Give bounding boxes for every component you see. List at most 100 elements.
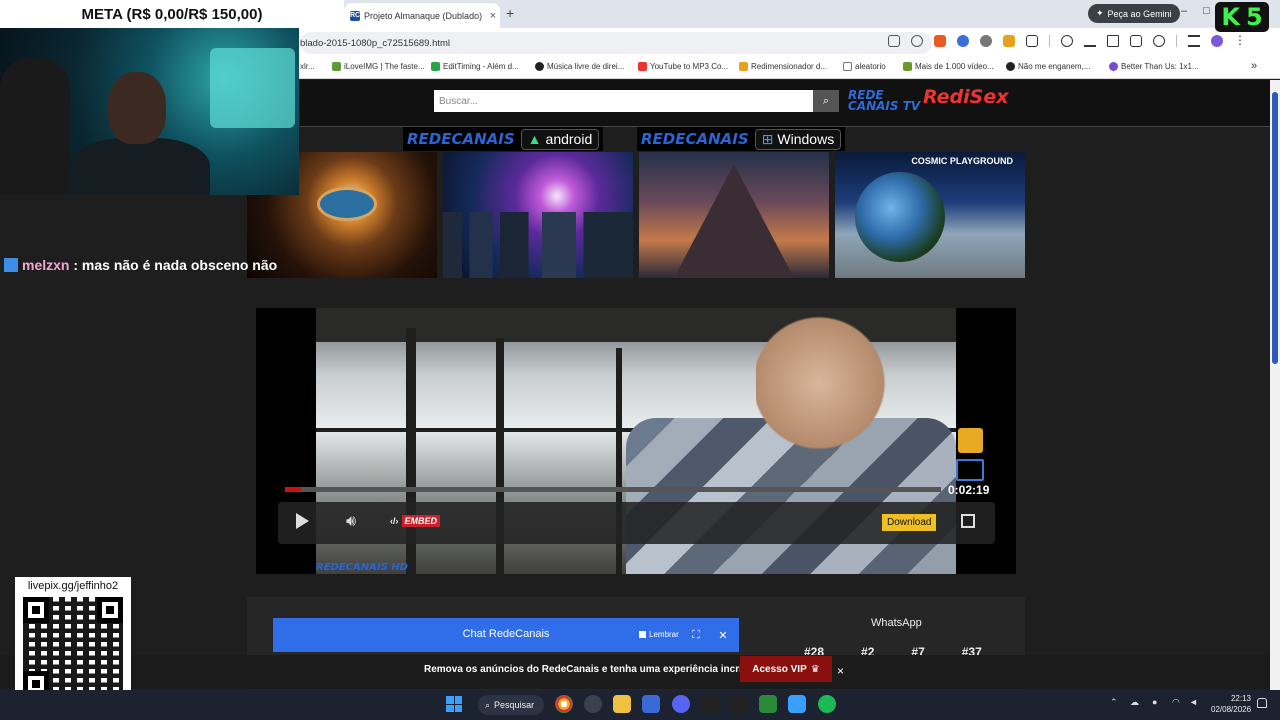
extension-gray-icon[interactable] <box>980 35 992 47</box>
embed-button[interactable]: ‹/› EMBED <box>390 515 441 527</box>
chrome-icon[interactable] <box>555 695 573 713</box>
bookmark-item[interactable]: Música livre de direi... <box>535 62 624 71</box>
bookmark-label: Não me enganem,... <box>1018 62 1091 71</box>
translate-icon[interactable] <box>1130 35 1142 47</box>
cloud-icon[interactable]: ☁ <box>1130 697 1139 708</box>
system-clock[interactable]: 22:13 02/08/2026 <box>1211 693 1251 715</box>
mic-icon[interactable]: ● <box>1152 697 1157 707</box>
meter-app-icon[interactable] <box>730 695 748 713</box>
play-button[interactable] <box>296 513 309 529</box>
download-icon[interactable] <box>1084 35 1096 47</box>
bookmark-item[interactable]: Mais de 1.000 vídeo... <box>903 62 994 71</box>
favorites-icon[interactable] <box>1061 35 1073 47</box>
search-button[interactable]: ⌕ <box>813 90 839 112</box>
bookmark-label: Música livre de direi... <box>547 62 625 71</box>
cast-icon[interactable] <box>956 459 984 481</box>
address-bar[interactable]: blado-2015-1080p_c72515689.html <box>300 32 932 54</box>
eye-iris <box>317 187 377 221</box>
file-explorer-icon[interactable] <box>613 695 631 713</box>
tab-favicon-icon: RC <box>349 10 361 21</box>
discord-icon[interactable] <box>672 695 690 713</box>
store-label: android <box>545 131 593 147</box>
bookmark-item[interactable]: EditTiming - Além d... <box>431 62 519 71</box>
site-logo[interactable]: REDE CANAIS TV RediSex <box>848 88 1009 113</box>
extension-yellow-icon[interactable] <box>1003 35 1015 47</box>
browser-app-icon[interactable] <box>584 695 602 713</box>
taskbar-search[interactable]: ⌕ Pesquisar <box>478 695 544 715</box>
bookmark-favicon-icon <box>1109 62 1118 71</box>
video-time: 0:02:19 <box>948 483 990 497</box>
android-app-banner[interactable]: REDECANAIS ▲ android <box>403 127 604 151</box>
monitor-glow <box>210 48 295 128</box>
fullscreen-icon[interactable] <box>961 514 975 528</box>
scrollbar-thumb[interactable] <box>1272 92 1278 364</box>
ad-close-button[interactable]: × <box>837 664 844 678</box>
extensions-puzzle-icon[interactable] <box>1026 35 1038 47</box>
close-icon[interactable]: ✕ <box>714 626 732 644</box>
media-app-icon[interactable] <box>759 695 777 713</box>
windows-taskbar <box>0 690 1280 720</box>
bookmark-favicon-icon <box>739 62 748 71</box>
toolbar-divider <box>1049 35 1050 47</box>
search-input[interactable]: Buscar... <box>434 90 813 112</box>
tab-title: Projeto Almanaque (Dublado) <box>364 10 482 21</box>
extension-office-icon[interactable] <box>934 35 946 47</box>
page-scrollbar[interactable] <box>1270 80 1280 690</box>
bookmark-item[interactable]: xlr... <box>300 62 315 71</box>
wifi-icon[interactable]: ◠ <box>1172 697 1180 708</box>
bookmark-item[interactable]: Redimensionador d... <box>739 62 827 71</box>
download-button[interactable]: Download <box>882 514 937 531</box>
bookmark-item[interactable]: Better Than Us: 1x1... <box>1109 62 1199 71</box>
whatsapp-link[interactable]: WhatsApp <box>871 617 922 629</box>
history-icon[interactable] <box>1153 35 1165 47</box>
maximize-button[interactable]: □ <box>1203 5 1210 17</box>
bookmark-star-icon[interactable] <box>911 35 923 47</box>
trash-icon[interactable] <box>1107 35 1119 47</box>
search-icon: ⌕ <box>485 699 491 710</box>
bookmark-item[interactable]: YouTube to MP3 Co... <box>638 62 728 71</box>
tab-close-icon[interactable]: × <box>486 10 500 22</box>
new-tab-button[interactable]: + <box>506 5 514 21</box>
thumbnail-galaxy-city[interactable] <box>443 152 633 278</box>
minimize-button[interactable]: – <box>1181 5 1187 17</box>
chat-badge-icon <box>4 258 18 272</box>
speaker-icon[interactable]: ◄ <box>1189 697 1198 707</box>
volume-icon[interactable]: 🔊︎ <box>346 513 356 531</box>
bookmark-label: Better Than Us: 1x1... <box>1121 62 1199 71</box>
bookmark-folder[interactable]: aleatorio <box>843 62 886 71</box>
tray-overflow-icon[interactable]: ⌃ <box>1110 697 1118 708</box>
expand-icon[interactable]: ⛶ <box>687 626 705 644</box>
video-progress-bar[interactable] <box>285 487 941 492</box>
windows-app-banner[interactable]: REDECANAIS ⊞ Windows <box>637 127 846 151</box>
bookmark-item[interactable]: Não me enganem,... <box>1006 62 1090 71</box>
store-app-icon[interactable] <box>642 695 660 713</box>
player-controls: 🔊︎ ‹/› EMBED Download <box>278 502 995 544</box>
mountain-shape <box>674 164 794 278</box>
menu-dots-icon[interactable]: ⋮ <box>1234 34 1246 47</box>
reading-list-icon[interactable] <box>1188 35 1200 47</box>
extension-blue-icon[interactable] <box>957 35 969 47</box>
gemini-button[interactable]: ✦ Peça ao Gemini <box>1088 4 1180 23</box>
windows-start-icon[interactable] <box>446 696 462 712</box>
bookmarks-overflow-button[interactable]: » <box>1251 60 1257 72</box>
camera-off-icon[interactable] <box>888 35 900 47</box>
vip-access-button[interactable]: Acesso VIP ♛ <box>740 656 832 682</box>
thumbnail-mountain[interactable] <box>639 152 829 278</box>
bookmark-item[interactable]: iLoveIMG | The faste... <box>332 62 425 71</box>
thumbnail-playground[interactable]: COSMIC PLAYGROUND <box>835 152 1025 278</box>
audio-app-icon[interactable] <box>701 695 719 713</box>
banner-brand: REDECANAIS <box>407 130 515 148</box>
remember-checkbox[interactable]: Lembrar <box>639 630 679 639</box>
spotify-icon[interactable] <box>818 695 836 713</box>
tv-icon[interactable] <box>958 428 983 453</box>
profile-avatar-icon[interactable] <box>1211 35 1223 47</box>
browser-tab[interactable]: RC Projeto Almanaque (Dublado) × <box>344 3 500 28</box>
qr-finder <box>23 597 49 623</box>
notification-bell-icon[interactable] <box>1257 698 1267 708</box>
notes-app-icon[interactable] <box>788 695 806 713</box>
related-thumbnails: COSMIC PLAYGROUND <box>247 152 1025 278</box>
city-skyline <box>443 212 633 278</box>
video-watermark: REDECANAIS HD <box>316 562 408 573</box>
chat-widget[interactable]: Chat RedeCanais Lembrar ⛶ ✕ <box>273 618 739 652</box>
vip-label: Acesso VIP <box>752 663 807 675</box>
